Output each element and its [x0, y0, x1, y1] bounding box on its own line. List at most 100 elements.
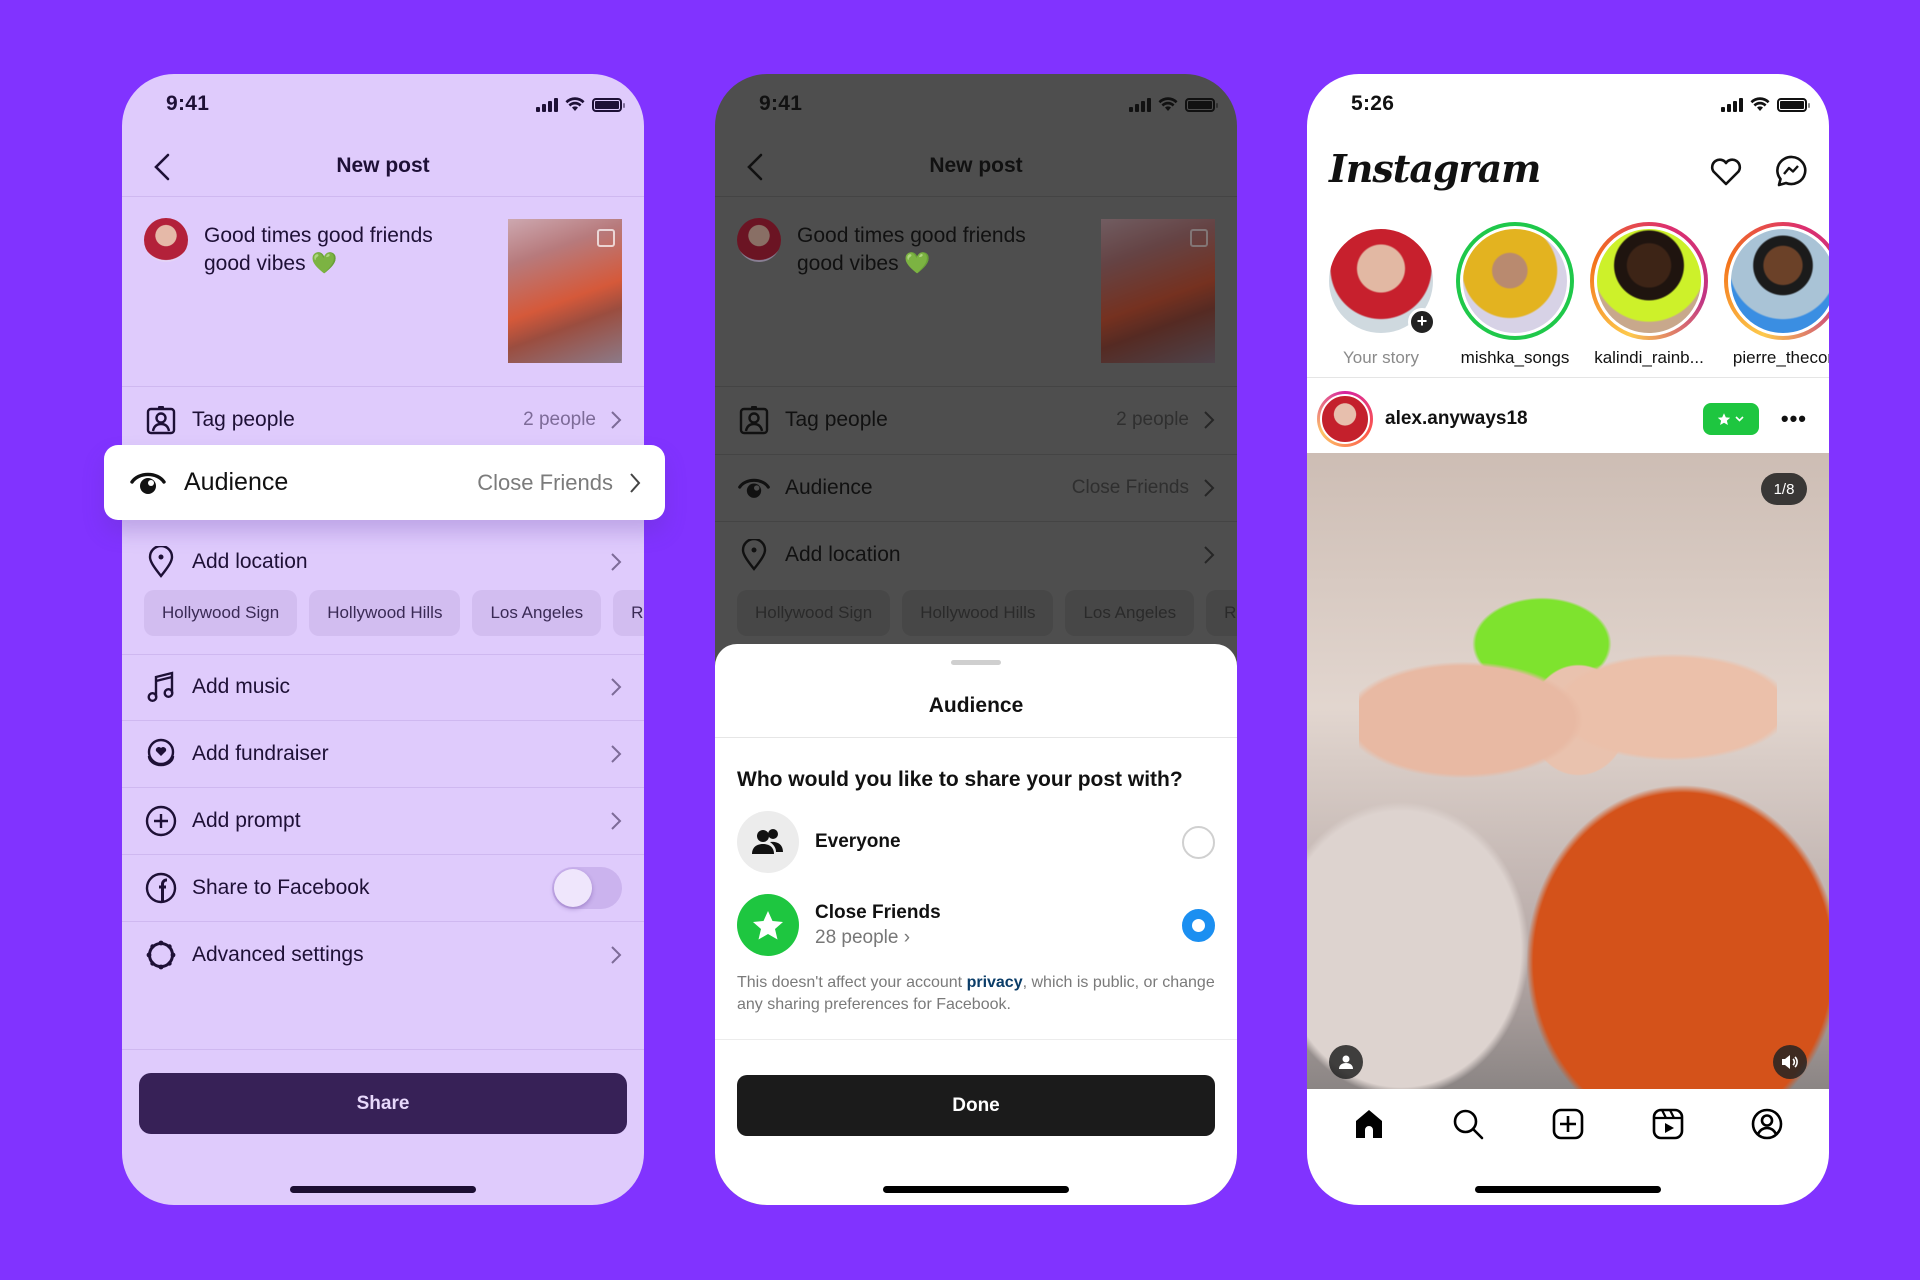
home-indicator [1475, 1186, 1661, 1193]
wifi-icon [1158, 97, 1178, 111]
tab-profile[interactable] [1747, 1104, 1787, 1144]
done-button[interactable]: Done [737, 1075, 1215, 1136]
caption-line-2: good vibes [797, 252, 899, 275]
instagram-feed-screen: 5:26 Instagram + Your story mishka_songs [1307, 74, 1829, 1205]
note-text: This doesn't affect your account [737, 974, 967, 991]
chevron-right-icon [611, 678, 622, 696]
chevron-right-icon [1204, 546, 1215, 564]
share-to-facebook-toggle[interactable] [552, 867, 622, 909]
location-chip[interactable]: Hollywood Sign [144, 590, 298, 636]
tab-create[interactable] [1548, 1104, 1588, 1144]
status-time: 5:26 [1351, 92, 1395, 115]
add-prompt-row[interactable]: Add prompt [122, 788, 644, 854]
audience-row: Audience Close Friends [715, 455, 1237, 521]
close-friends-count-link[interactable]: 28 people › [815, 927, 1182, 949]
location-chips: Hollywood Sign Hollywood Hills Los Angel… [144, 590, 644, 636]
privacy-link[interactable]: privacy [967, 974, 1023, 991]
chevron-right-icon [1204, 411, 1215, 429]
settings-gear-icon [144, 938, 178, 972]
sheet-title: Audience [928, 694, 1024, 717]
option-close-friends-label: Close Friends [815, 901, 941, 923]
post-author-avatar[interactable] [1317, 391, 1373, 447]
reels-icon [1652, 1108, 1683, 1140]
story-name: Your story [1343, 348, 1419, 367]
add-fundraiser-row[interactable]: Add fundraiser [122, 721, 644, 787]
sheet-grabber[interactable] [951, 660, 1001, 665]
tab-reels[interactable] [1648, 1104, 1688, 1144]
tab-search[interactable] [1448, 1104, 1488, 1144]
sound-icon[interactable] [1773, 1045, 1807, 1079]
caption-block[interactable]: Good times good friends good vibes 💚 [122, 196, 644, 386]
location-chip: R [1206, 590, 1237, 636]
location-chip: Los Angeles [1065, 590, 1195, 636]
stories-tray: + Your story mishka_songs kalindi_rainb.… [1321, 222, 1829, 368]
signal-icon [536, 97, 558, 112]
sheet-question: Who would you like to share your post wi… [737, 768, 1183, 791]
caption-line-2: good vibes [204, 252, 306, 275]
location-chip[interactable]: Hollywood Hills [309, 590, 461, 636]
divider [1307, 377, 1829, 378]
home-icon [1355, 1110, 1382, 1138]
story-item[interactable]: pierre_thecor [1723, 222, 1829, 368]
signal-icon [1129, 97, 1151, 112]
status-bar: 9:41 [715, 92, 1237, 122]
status-bar: 9:41 [122, 92, 644, 122]
story-item[interactable]: kalindi_rainb... [1589, 222, 1709, 368]
tag-people-row[interactable]: Tag people 2 people [122, 387, 644, 453]
share-button[interactable]: Share [139, 1073, 627, 1134]
heart-icon[interactable] [1709, 154, 1743, 188]
story-your-story[interactable]: + Your story [1321, 222, 1441, 368]
add-location-row[interactable]: Add location [122, 529, 644, 595]
privacy-note: This doesn't affect your account privacy… [737, 972, 1215, 1016]
add-prompt-label: Add prompt [192, 809, 301, 832]
home-indicator [290, 1186, 476, 1193]
location-chip[interactable]: R [613, 590, 644, 636]
add-music-row[interactable]: Add music [122, 654, 644, 720]
audience-row-highlighted[interactable]: Audience Close Friends [104, 445, 665, 520]
wifi-icon [565, 97, 585, 111]
caption-line-1: Good times good friends [204, 224, 433, 247]
caption-block: Good times good friends good vibes 💚 [715, 196, 1237, 386]
more-options-icon[interactable]: ••• [1781, 406, 1807, 432]
post-image[interactable]: 1/8 [1307, 453, 1829, 1089]
create-post-icon [1552, 1108, 1584, 1140]
add-location-label: Add location [785, 543, 901, 566]
tagged-people-icon[interactable] [1329, 1045, 1363, 1079]
caption-text: Good times good friends good vibes 💚 [797, 222, 1067, 278]
option-close-friends[interactable]: Close Friends 28 people › [737, 894, 1215, 956]
radio-close-friends[interactable] [1182, 908, 1215, 942]
story-name: pierre_thecor [1732, 348, 1829, 367]
add-circle-icon [144, 804, 178, 838]
status-bar: 5:26 [1307, 92, 1829, 122]
advanced-settings-label: Advanced settings [192, 943, 364, 966]
green-heart-emoji: 💚 [904, 252, 931, 275]
location-chip[interactable]: Los Angeles [472, 590, 602, 636]
facebook-icon [144, 871, 178, 905]
radio-everyone[interactable] [1182, 825, 1215, 859]
profile-icon [1751, 1108, 1783, 1140]
tag-people-row: Tag people 2 people [715, 387, 1237, 453]
divider [715, 1039, 1237, 1040]
audience-value: Close Friends [1071, 477, 1189, 498]
audience-value: Close Friends [477, 469, 613, 495]
chevron-right-icon [611, 812, 622, 830]
home-indicator [883, 1186, 1069, 1193]
messenger-icon[interactable] [1775, 154, 1809, 188]
add-story-icon[interactable]: + [1408, 308, 1436, 336]
chevron-right-icon [611, 946, 622, 964]
caption-text[interactable]: Good times good friends good vibes 💚 [204, 222, 474, 278]
avatar [1594, 226, 1704, 336]
chevron-right-icon [611, 745, 622, 763]
tab-home[interactable] [1349, 1104, 1389, 1144]
caption-line-1: Good times good friends [797, 224, 1026, 247]
location-pin-icon [737, 538, 771, 572]
option-everyone[interactable]: Everyone [737, 811, 1215, 873]
advanced-settings-row[interactable]: Advanced settings [122, 922, 644, 988]
toggle-knob [554, 869, 592, 907]
tag-people-label: Tag people [785, 408, 888, 431]
close-friends-badge[interactable] [1702, 403, 1759, 435]
audience-eye-icon [737, 471, 771, 505]
post-username[interactable]: alex.anyways18 [1385, 408, 1703, 430]
story-item[interactable]: mishka_songs [1455, 222, 1575, 368]
share-to-facebook-row: Share to Facebook [122, 855, 644, 921]
